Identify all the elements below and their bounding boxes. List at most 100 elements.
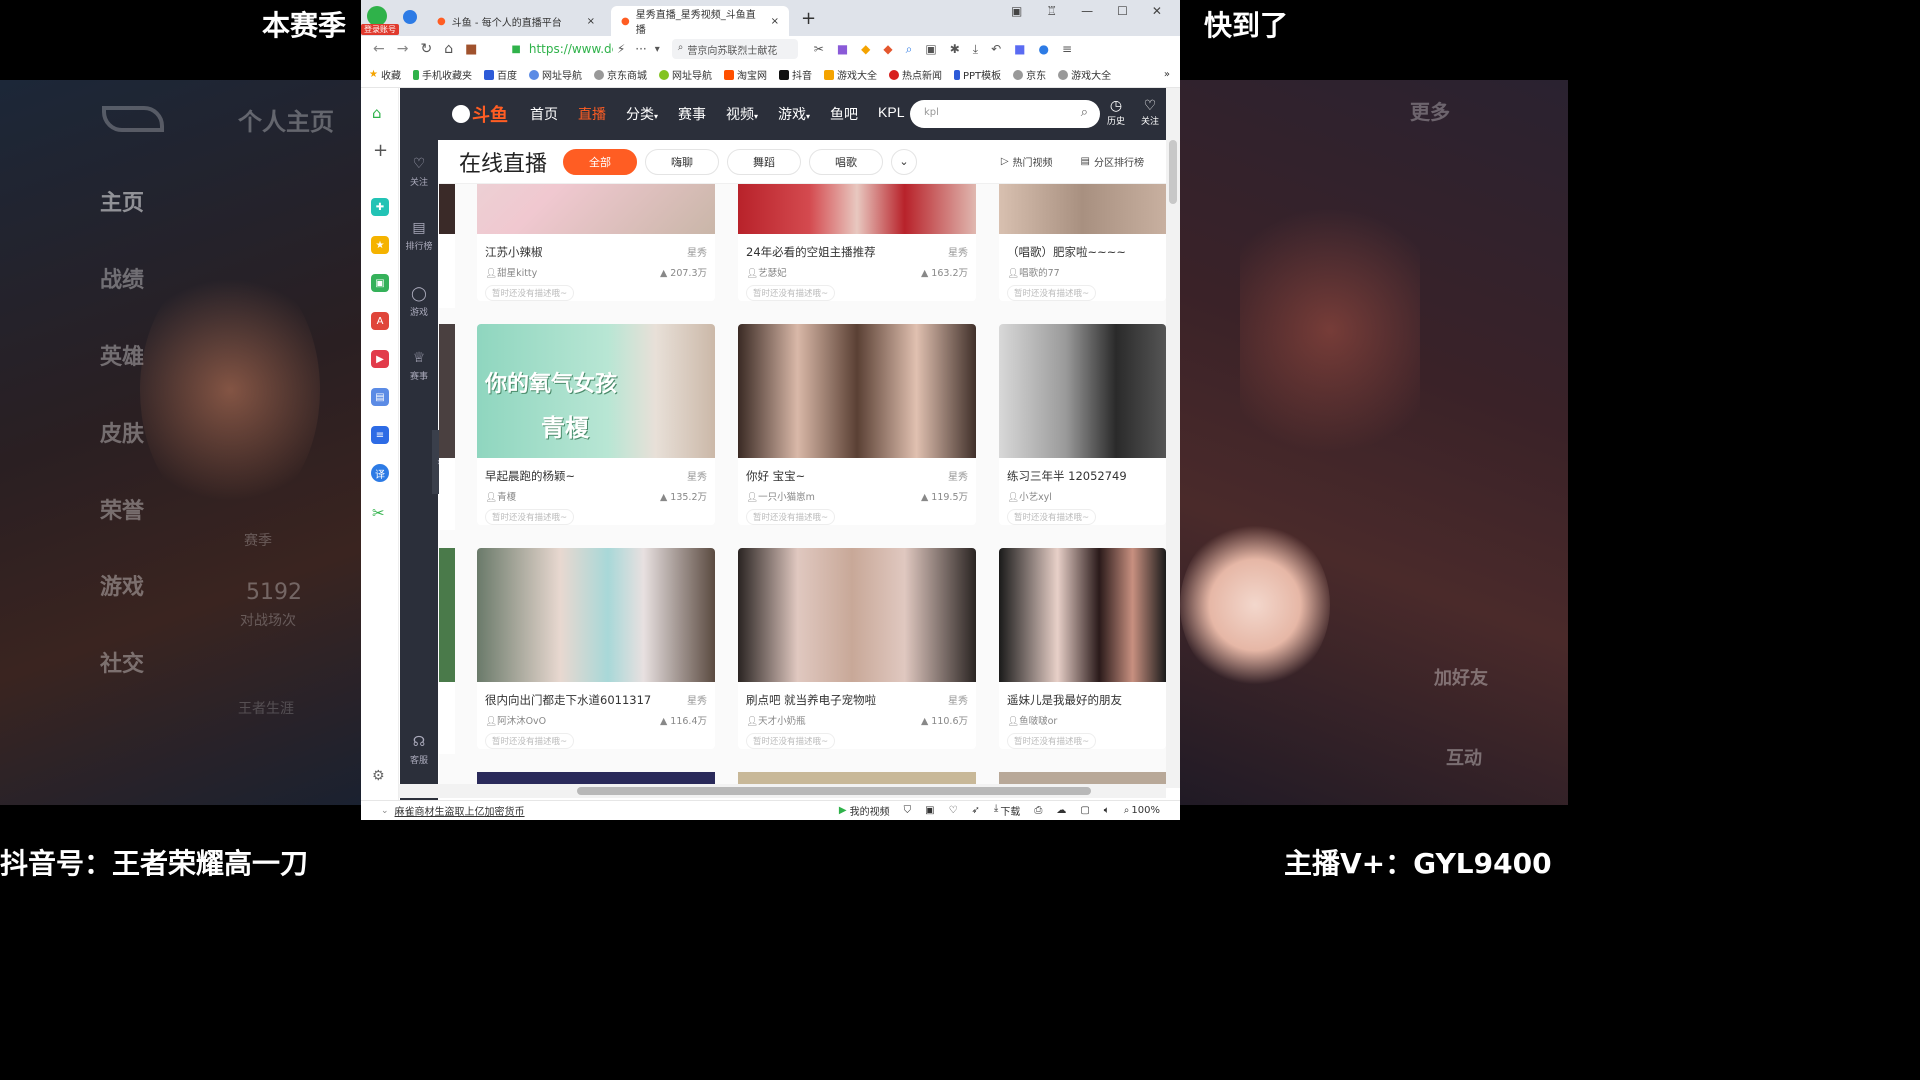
bookmark-item[interactable]: 京东: [1013, 67, 1046, 82]
bolt-icon[interactable]: ⚡: [617, 42, 625, 56]
bookmark-item[interactable]: 淘宝网: [723, 67, 767, 82]
nav-category[interactable]: 分类▾: [626, 104, 658, 124]
bookmark-item[interactable]: 百度: [483, 67, 517, 82]
douyu-search-input[interactable]: kpl ⌕: [910, 100, 1100, 128]
nav-match[interactable]: 赛事: [678, 104, 706, 124]
refresh-icon[interactable]: ↻: [420, 41, 432, 57]
my-video-button[interactable]: ▶ 我的视频: [839, 803, 890, 818]
home-icon[interactable]: ⌂: [372, 104, 382, 122]
image-app-icon[interactable]: ▣: [371, 274, 389, 292]
scissors-icon[interactable]: ✂: [814, 42, 824, 57]
image-icon[interactable]: ▣: [925, 805, 934, 816]
puzzle-icon[interactable]: ✱: [950, 42, 960, 57]
pin-icon[interactable]: [403, 10, 417, 24]
filter-chat[interactable]: 嗨聊: [645, 148, 720, 175]
chevron-down-icon[interactable]: ▾: [655, 44, 660, 55]
horizontal-scrollbar[interactable]: [399, 784, 1166, 798]
tab-star-show[interactable]: ● 星秀直播_星秀视频_斗鱼直播 ×: [611, 6, 789, 36]
undo-icon[interactable]: ↶: [991, 42, 1001, 57]
nav-kpl[interactable]: KPL: [878, 104, 904, 124]
shirt-icon[interactable]: ♖: [1046, 4, 1057, 18]
download-button[interactable]: ⤓ 下载: [994, 803, 1020, 818]
new-tab-icon[interactable]: +: [801, 8, 816, 29]
side-rank[interactable]: ▤ 排行榜: [400, 220, 438, 252]
zoom-control[interactable]: ⌕ 100%: [1124, 805, 1160, 816]
rocket-icon[interactable]: ➶: [972, 805, 980, 816]
print-icon[interactable]: ⎙: [1034, 805, 1042, 816]
side-match[interactable]: ♕ 赛事: [400, 350, 438, 382]
room-card[interactable]: 江苏小辣椒 星秀 👤︎甜星kitty ▲ 207.3万 暂时还没有描述哦~: [477, 184, 715, 301]
download-icon[interactable]: ⤓: [973, 42, 978, 57]
room-card[interactable]: 很内向出门都走下水道6011317 星秀 👤︎阿沐沐OvO ▲ 116.4万 暂时还…: [477, 548, 715, 749]
login-badge[interactable]: 登录账号: [361, 24, 399, 35]
close-icon[interactable]: ×: [587, 16, 595, 27]
back-icon[interactable]: ←: [373, 41, 385, 57]
vertical-scrollbar[interactable]: [1166, 88, 1180, 788]
search-icon[interactable]: ⌕: [1081, 105, 1088, 120]
close-icon[interactable]: ×: [771, 16, 779, 27]
filter-sing[interactable]: 唱歌: [809, 148, 884, 175]
side-follow[interactable]: ♡ 关注: [400, 156, 438, 188]
room-card-peek[interactable]: [999, 772, 1166, 784]
forward-icon[interactable]: →: [397, 41, 409, 57]
scroll-thumb[interactable]: [577, 787, 1091, 795]
bookmark-item[interactable]: 游戏大全: [823, 67, 877, 82]
url-field[interactable]: https://www.dc: [529, 42, 613, 56]
side-service[interactable]: ☊ 客服: [400, 734, 438, 766]
room-card-peek[interactable]: [477, 772, 715, 784]
extension-shield-icon[interactable]: ◆: [861, 42, 870, 57]
minimize-icon[interactable]: —: [1081, 4, 1093, 18]
status-expand-icon[interactable]: ⌄: [381, 806, 389, 816]
scroll-thumb[interactable]: [1169, 140, 1177, 204]
filter-expand-icon[interactable]: ⌄: [891, 148, 918, 175]
room-card[interactable]: 你的氧气女孩 青榎 早起晨跑的杨颖~ 星秀 👤︎青榎 ▲ 135.2万 暂时还没有描…: [477, 324, 715, 525]
partial-card[interactable]: [439, 184, 455, 308]
bookmark-item[interactable]: PPT模板: [953, 67, 1001, 82]
nav-yuba[interactable]: 鱼吧: [830, 104, 858, 124]
browser-swirl-icon[interactable]: ●: [1039, 42, 1049, 57]
doc-app-icon[interactable]: ≡: [371, 426, 389, 444]
nav-game[interactable]: 游戏▾: [778, 104, 810, 124]
nav-home[interactable]: 首页: [530, 104, 558, 124]
settings-gear-icon[interactable]: ⚙: [372, 768, 385, 784]
bookmark-item[interactable]: 抖音: [778, 67, 812, 82]
room-card[interactable]: 遥妹儿是我最好的朋友 👤︎鱼啵啵or 暂时还没有描述哦~: [999, 548, 1166, 749]
wallet-icon[interactable]: ■: [465, 42, 477, 57]
extension-purple-icon[interactable]: ■: [837, 42, 848, 57]
bookmark-item[interactable]: 热点新闻: [888, 67, 942, 82]
home-icon[interactable]: ⌂: [444, 41, 453, 57]
translate-app-icon[interactable]: 译: [371, 464, 389, 482]
room-card[interactable]: 刷点吧 就当养电子宠物啦 星秀 👤︎天才小奶瓶 ▲ 110.6万 暂时还没有描述哦~: [738, 548, 976, 749]
nav-video[interactable]: 视频▾: [726, 104, 758, 124]
bookmark-item[interactable]: 网址导航: [528, 67, 582, 82]
photo-app-icon[interactable]: ▤: [371, 388, 389, 406]
more-icon[interactable]: ···: [635, 42, 646, 56]
room-card-peek[interactable]: [738, 772, 976, 784]
pdf-app-icon[interactable]: A: [371, 312, 389, 330]
close-window-icon[interactable]: ✕: [1152, 4, 1162, 18]
bookmark-item[interactable]: 手机收藏夹: [412, 67, 472, 82]
zoom-search-icon[interactable]: ⌕: [906, 42, 913, 57]
menu-icon[interactable]: ≡: [1062, 42, 1072, 57]
maximize-icon[interactable]: ☐: [1117, 4, 1128, 18]
room-card[interactable]: （唱歌）肥家啦~~~~ 👤︎唱歌的77 暂时还没有描述哦~: [999, 184, 1166, 301]
follow-button[interactable]: ♡ 关注: [1140, 98, 1160, 127]
sidebar-toggle-icon[interactable]: ▣: [1011, 4, 1022, 18]
tab-douyu-home[interactable]: ● 斗鱼 - 每个人的直播平台 ×: [427, 6, 605, 36]
cloud-icon[interactable]: ☁: [1056, 805, 1066, 816]
game-icon[interactable]: ◆: [883, 42, 892, 57]
shield-icon[interactable]: ⛉: [904, 805, 912, 816]
history-button[interactable]: ◷ 历史: [1106, 98, 1126, 127]
window-icon[interactable]: ▢: [1080, 805, 1089, 816]
hot-video-link[interactable]: ▷ 热门视频: [1001, 154, 1053, 169]
partial-card[interactable]: [439, 324, 455, 530]
side-game[interactable]: ◯ 游戏: [400, 286, 438, 318]
volume-icon[interactable]: 🔈︎: [1104, 805, 1110, 816]
filter-all[interactable]: 全部: [563, 148, 638, 175]
status-news[interactable]: 麻雀商材生盗取上亿加密货币: [395, 803, 525, 818]
bookmark-item[interactable]: 网址导航: [658, 67, 712, 82]
add-icon[interactable]: +: [373, 140, 388, 161]
bookmark-overflow-icon[interactable]: »: [1164, 69, 1180, 80]
bookmark-favorites[interactable]: ★ 收藏: [369, 67, 401, 82]
partial-card[interactable]: [439, 548, 455, 754]
